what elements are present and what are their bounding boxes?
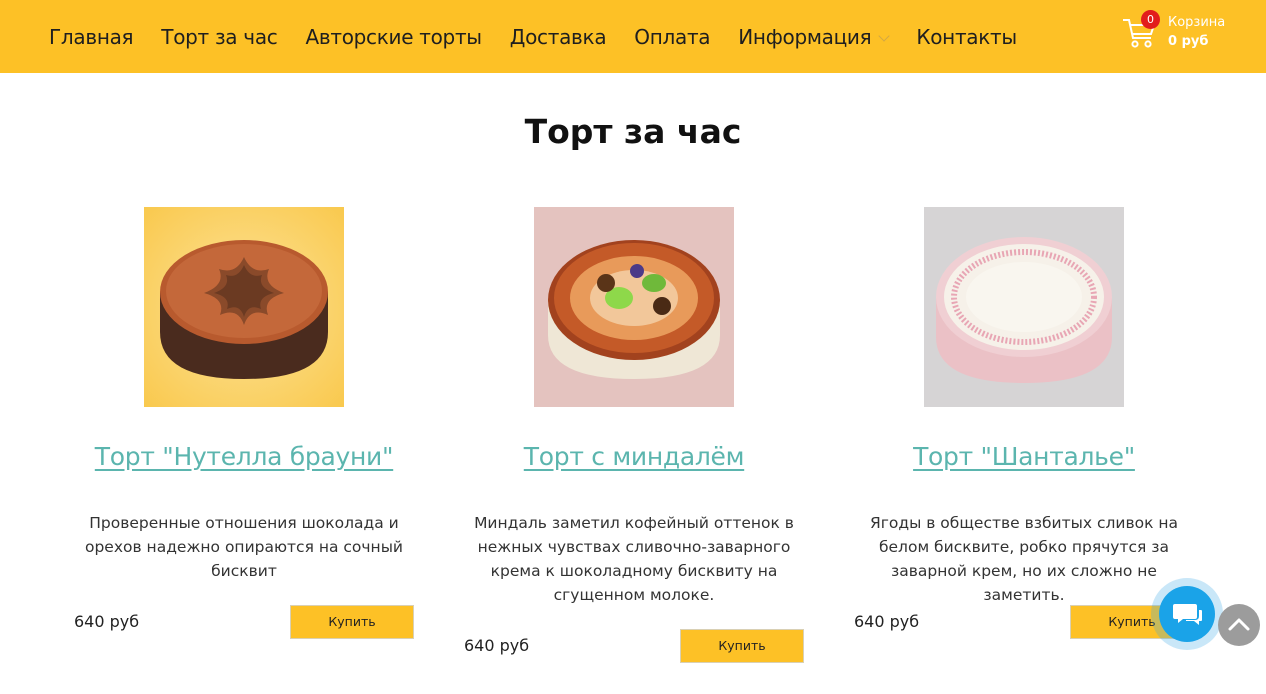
product-image[interactable]: [924, 207, 1124, 407]
cake-image-nutella-brownie: [144, 207, 344, 407]
nav-item-label: Контакты: [916, 24, 1017, 49]
chat-button-inner: [1159, 586, 1215, 642]
site-header: Главная Торт за час Авторские торты Дост…: [0, 0, 1266, 73]
nav-item-label: Информация: [738, 24, 872, 49]
buy-button[interactable]: Купить: [290, 605, 414, 639]
nav-item-home[interactable]: Главная: [49, 24, 134, 49]
product-price: 640 руб: [854, 612, 920, 631]
product-description: Ягоды в обществе взбитых сливок на белом…: [869, 514, 1179, 604]
nav-item-payment[interactable]: Оплата: [634, 25, 710, 49]
nav-item-label: Доставка: [509, 24, 607, 49]
nav-item-label: Торт за час: [161, 24, 278, 49]
chevron-down-icon: [878, 29, 890, 42]
scroll-to-top-button[interactable]: [1218, 604, 1260, 646]
cart-label: Корзина: [1168, 15, 1226, 30]
product-description: Проверенные отношения шоколада и орехов …: [84, 514, 403, 580]
nav-item-delivery[interactable]: Доставка: [510, 25, 607, 49]
nav-item-label: Авторские торты: [305, 24, 482, 49]
product-title-link[interactable]: Торт с миндалём: [464, 442, 804, 471]
nav-item-contacts[interactable]: Контакты: [916, 25, 1017, 49]
nav-item-label: Главная: [49, 24, 134, 49]
cart-count-badge: 0: [1141, 10, 1160, 29]
nav-item-author-cakes[interactable]: Авторские торты: [305, 24, 482, 49]
cart-widget[interactable]: 0 Корзина 0 руб: [1121, 10, 1241, 58]
nav-item-label: Оплата: [634, 24, 711, 49]
cart-total: 0 руб: [1168, 34, 1209, 49]
cake-image-chantalle: [924, 207, 1124, 407]
nav-item-cake-in-hour[interactable]: Торт за час: [161, 25, 277, 49]
page-title: Торт за час: [524, 112, 742, 151]
product-price: 640 руб: [74, 612, 140, 631]
product-title-link[interactable]: Торт "Шантальe": [854, 442, 1194, 471]
nav-item-information[interactable]: Информация: [738, 24, 890, 49]
product-price: 640 руб: [464, 636, 530, 655]
chevron-up-icon: [1228, 618, 1250, 631]
cake-image-almond: [534, 207, 734, 407]
product-title-link[interactable]: Торт "Нутелла брауни": [74, 442, 414, 471]
buy-button[interactable]: Купить: [680, 629, 804, 663]
main-navigation: Главная Торт за час Авторские торты Дост…: [49, 0, 1045, 73]
product-image[interactable]: [534, 207, 734, 407]
product-description: Миндаль заметил кофейный оттенок в нежны…: [474, 514, 794, 604]
chat-bubbles-icon: [1173, 604, 1202, 625]
chat-button[interactable]: [1151, 578, 1223, 650]
product-image[interactable]: [144, 207, 344, 407]
